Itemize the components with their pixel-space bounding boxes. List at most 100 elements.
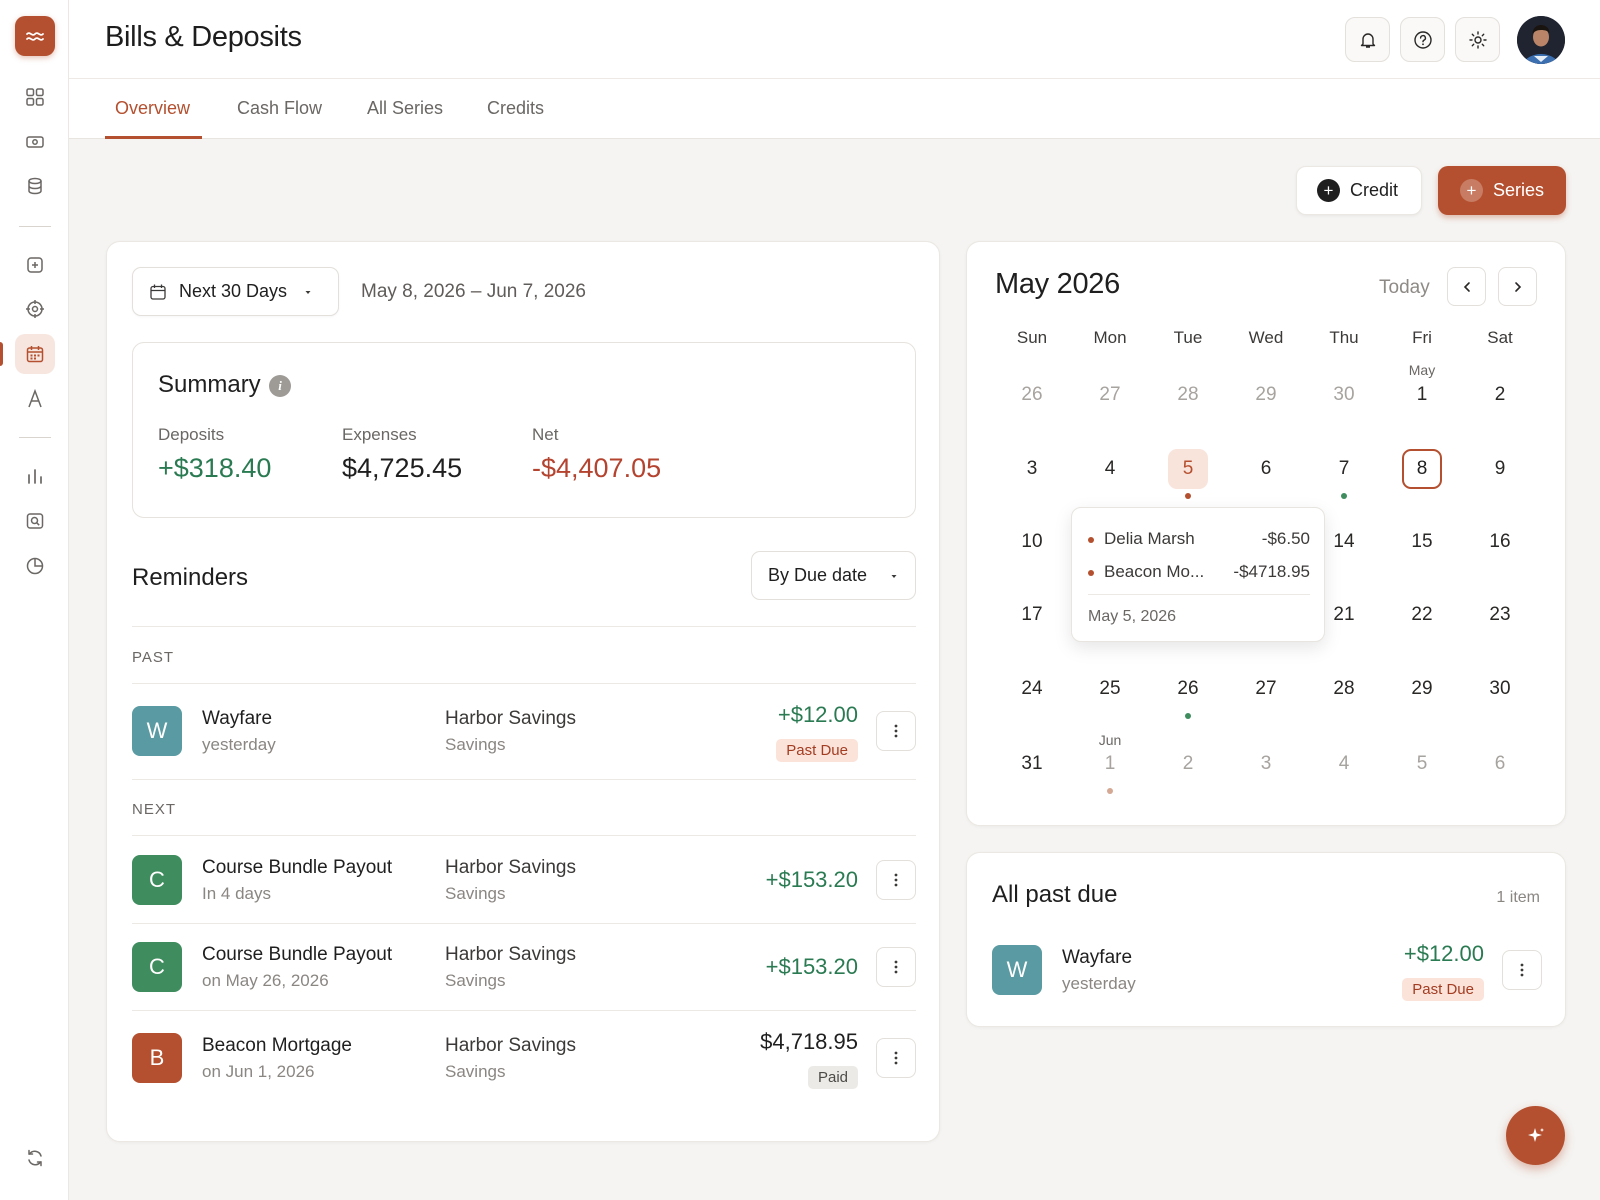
- calendar-day[interactable]: 2: [1480, 375, 1520, 415]
- calendar-day[interactable]: 7: [1324, 449, 1364, 489]
- row-menu-button[interactable]: [876, 860, 916, 900]
- calendar-day[interactable]: 28: [1324, 669, 1364, 709]
- calendar-day[interactable]: 6: [1246, 449, 1286, 489]
- tab-overview[interactable]: Overview: [115, 98, 190, 119]
- help-button[interactable]: [1400, 17, 1445, 62]
- due-when: on May 26, 2026: [202, 971, 329, 990]
- sun-icon: [1468, 30, 1487, 49]
- sidebar-item-history[interactable]: [15, 546, 55, 586]
- sort-label: By Due date: [768, 565, 868, 585]
- calendar-day[interactable]: 1: [1402, 375, 1442, 415]
- sidebar-item-cash[interactable]: [15, 122, 55, 162]
- calendar-day[interactable]: 24: [1012, 669, 1052, 709]
- plus-icon: +: [1460, 179, 1483, 202]
- calendar-day[interactable]: 28: [1168, 375, 1208, 415]
- calendar-day[interactable]: 2: [1168, 744, 1208, 784]
- sidebar-item-add[interactable]: [15, 245, 55, 285]
- calendar-day[interactable]: 29: [1402, 669, 1442, 709]
- payee-avatar: W: [992, 945, 1042, 995]
- payee-name: Course Bundle Payout: [202, 857, 393, 878]
- payee-avatar: C: [132, 942, 182, 992]
- sidebar-item-search[interactable]: [15, 501, 55, 541]
- search-box-icon: [26, 513, 44, 529]
- payee-avatar: C: [132, 855, 182, 905]
- calendar-day[interactable]: 23: [1480, 595, 1520, 635]
- calendar-day[interactable]: 21: [1324, 595, 1364, 635]
- row-menu-button[interactable]: [1502, 950, 1542, 990]
- payee-avatar: W: [132, 706, 182, 756]
- prev-month-button[interactable]: [1447, 267, 1486, 306]
- row-menu-button[interactable]: [876, 947, 916, 987]
- calendar-day[interactable]: 26: [1168, 669, 1208, 709]
- sidebar-divider: [19, 226, 51, 227]
- account-name: Harbor Savings: [445, 708, 576, 729]
- calendar-day[interactable]: 31: [1012, 744, 1052, 784]
- calendar-day[interactable]: 25: [1090, 669, 1130, 709]
- calendar-day[interactable]: 14: [1324, 522, 1364, 562]
- calendar-day[interactable]: 10: [1012, 522, 1052, 562]
- theme-toggle-button[interactable]: [1455, 17, 1500, 62]
- calendar-day[interactable]: 15: [1402, 522, 1442, 562]
- row-menu-button[interactable]: [876, 1038, 916, 1078]
- calendar-day[interactable]: 4: [1090, 449, 1130, 489]
- sidebar-item-goals[interactable]: [15, 289, 55, 329]
- info-icon[interactable]: i: [269, 375, 291, 397]
- calendar-day[interactable]: 16: [1480, 522, 1520, 562]
- calendar-day[interactable]: 5: [1402, 744, 1442, 784]
- user-avatar[interactable]: [1517, 16, 1565, 64]
- add-credit-button[interactable]: + Credit: [1296, 166, 1422, 215]
- past-due-row[interactable]: W Wayfare yesterday +$12.00 Past Due: [992, 940, 1542, 1001]
- divider: [132, 835, 916, 836]
- tab-cash-flow[interactable]: Cash Flow: [237, 98, 322, 119]
- sidebar-item-reports[interactable]: [15, 456, 55, 496]
- overview-card: Next 30 Days May 8, 2026 – Jun 7, 2026 S…: [106, 241, 940, 1142]
- calendar-day[interactable]: 6: [1480, 744, 1520, 784]
- next-month-button[interactable]: [1498, 267, 1537, 306]
- chevron-left-icon: [1463, 281, 1470, 292]
- caret-down-icon: [891, 574, 897, 578]
- active-tab-indicator: [105, 136, 202, 139]
- sort-dropdown[interactable]: By Due date: [751, 551, 916, 600]
- reminder-row[interactable]: C Course Bundle Payout on May 26, 2026 H…: [132, 937, 916, 997]
- calendar-day-today[interactable]: 8: [1402, 449, 1442, 489]
- calendar-day[interactable]: 30: [1324, 375, 1364, 415]
- today-button[interactable]: Today: [1379, 277, 1430, 299]
- date-range-dropdown[interactable]: Next 30 Days: [132, 267, 339, 316]
- calendar-day[interactable]: 1: [1090, 744, 1130, 784]
- tab-all-series[interactable]: All Series: [367, 98, 443, 119]
- calendar-day[interactable]: 30: [1480, 669, 1520, 709]
- calendar-day-selected[interactable]: 5: [1168, 449, 1208, 489]
- calendar-day[interactable]: 4: [1324, 744, 1364, 784]
- reminder-row[interactable]: B Beacon Mortgage on Jun 1, 2026 Harbor …: [132, 1028, 916, 1089]
- calendar-day[interactable]: 9: [1480, 449, 1520, 489]
- calendar-day[interactable]: 27: [1090, 375, 1130, 415]
- calendar-day[interactable]: 29: [1246, 375, 1286, 415]
- calendar-day[interactable]: 26: [1012, 375, 1052, 415]
- sidebar-item-fonts[interactable]: [15, 379, 55, 419]
- tab-credits[interactable]: Credits: [487, 98, 544, 119]
- sidebar-item-bills[interactable]: [15, 334, 55, 374]
- calendar-day[interactable]: 3: [1246, 744, 1286, 784]
- reminder-row[interactable]: C Course Bundle Payout In 4 days Harbor …: [132, 850, 916, 910]
- app-logo[interactable]: [15, 16, 55, 56]
- reminder-row[interactable]: W Wayfare yesterday Harbor Savings Savin…: [132, 701, 916, 762]
- calendar-icon: [26, 346, 44, 363]
- add-series-button[interactable]: + Series: [1438, 166, 1566, 215]
- sidebar-item-dashboard[interactable]: [15, 77, 55, 117]
- more-vertical-icon: [894, 960, 898, 974]
- more-vertical-icon: [894, 724, 898, 738]
- payee-avatar: B: [132, 1033, 182, 1083]
- calendar-day[interactable]: 17: [1012, 595, 1052, 635]
- row-menu-button[interactable]: [876, 711, 916, 751]
- calendar-day[interactable]: 27: [1246, 669, 1286, 709]
- amount: +$153.20: [765, 867, 858, 892]
- calendar-day[interactable]: 22: [1402, 595, 1442, 635]
- calendar-day[interactable]: 3: [1012, 449, 1052, 489]
- notifications-button[interactable]: [1345, 17, 1390, 62]
- due-when: yesterday: [1062, 974, 1136, 993]
- user-photo-icon: [1517, 16, 1565, 64]
- sidebar-item-sync[interactable]: [15, 1138, 55, 1178]
- ai-assistant-button[interactable]: [1506, 1106, 1565, 1165]
- sidebar-item-database[interactable]: [15, 166, 55, 206]
- divider: [132, 626, 916, 627]
